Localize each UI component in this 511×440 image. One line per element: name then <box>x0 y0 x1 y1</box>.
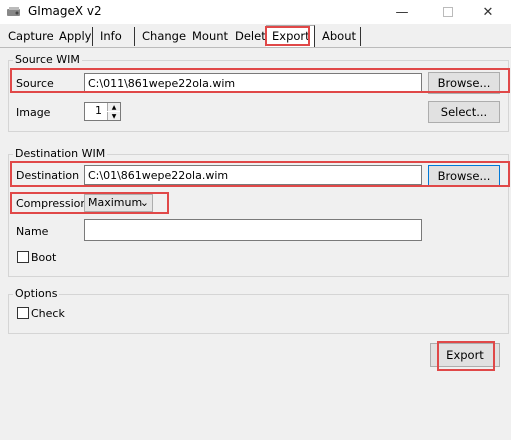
spin-down-icon[interactable]: ▼ <box>107 112 120 120</box>
minimize-icon[interactable]: — <box>379 0 425 24</box>
tab-export[interactable]: Export <box>266 25 315 47</box>
window-title: GImageX v2 <box>28 4 102 18</box>
chevron-down-icon: ⌄ <box>139 196 149 209</box>
tab-mount[interactable]: Mount <box>186 27 235 46</box>
destination-label: Destination <box>16 169 80 182</box>
destination-path-field[interactable]: C:\01\861wepe22ola.wim <box>84 165 422 185</box>
title-bar: GImageX v2 — ✕ <box>0 0 511 24</box>
options-group <box>8 294 509 334</box>
source-browse-button[interactable]: Browse... <box>428 72 500 94</box>
compression-select[interactable]: Maximum ⌄ <box>84 194 153 212</box>
tab-apply[interactable]: Apply <box>53 27 93 46</box>
app-icon <box>6 5 22 19</box>
compression-value: Maximum <box>88 196 143 209</box>
check-checkbox[interactable] <box>17 307 29 319</box>
image-index-stepper[interactable]: 1 ▲ ▼ <box>84 102 121 121</box>
tab-info[interactable]: Info <box>94 27 135 46</box>
select-image-button[interactable]: Select... <box>428 101 500 123</box>
source-group-title: Source WIM <box>13 53 82 66</box>
tab-change[interactable]: Change <box>136 27 189 46</box>
tab-about[interactable]: About <box>316 27 361 46</box>
destination-browse-button[interactable]: Browse... <box>428 165 500 187</box>
tab-strip: Capture Apply Info Change Mount Delete E… <box>0 24 511 48</box>
name-input[interactable] <box>84 219 422 241</box>
boot-label: Boot <box>31 251 57 264</box>
source-label: Source <box>16 77 54 90</box>
spin-up-icon[interactable]: ▲ <box>107 103 120 111</box>
options-group-title: Options <box>13 287 60 300</box>
destination-group-title: Destination WIM <box>13 147 108 160</box>
boot-checkbox[interactable] <box>17 251 29 263</box>
tab-capture[interactable]: Capture <box>2 27 55 46</box>
image-index-value: 1 <box>95 104 102 117</box>
image-label: Image <box>16 106 51 119</box>
export-button[interactable]: Export <box>430 343 500 367</box>
check-label: Check <box>31 307 65 320</box>
source-path-field[interactable]: C:\011\861wepe22ola.wim <box>84 73 422 93</box>
compression-label: Compression <box>16 197 88 210</box>
tab-delete[interactable]: Delete <box>229 27 273 46</box>
name-label: Name <box>16 225 49 238</box>
gimagex-window: GImageX v2 — ✕ Capture Apply Info Change… <box>0 0 511 440</box>
close-icon[interactable]: ✕ <box>465 0 511 24</box>
